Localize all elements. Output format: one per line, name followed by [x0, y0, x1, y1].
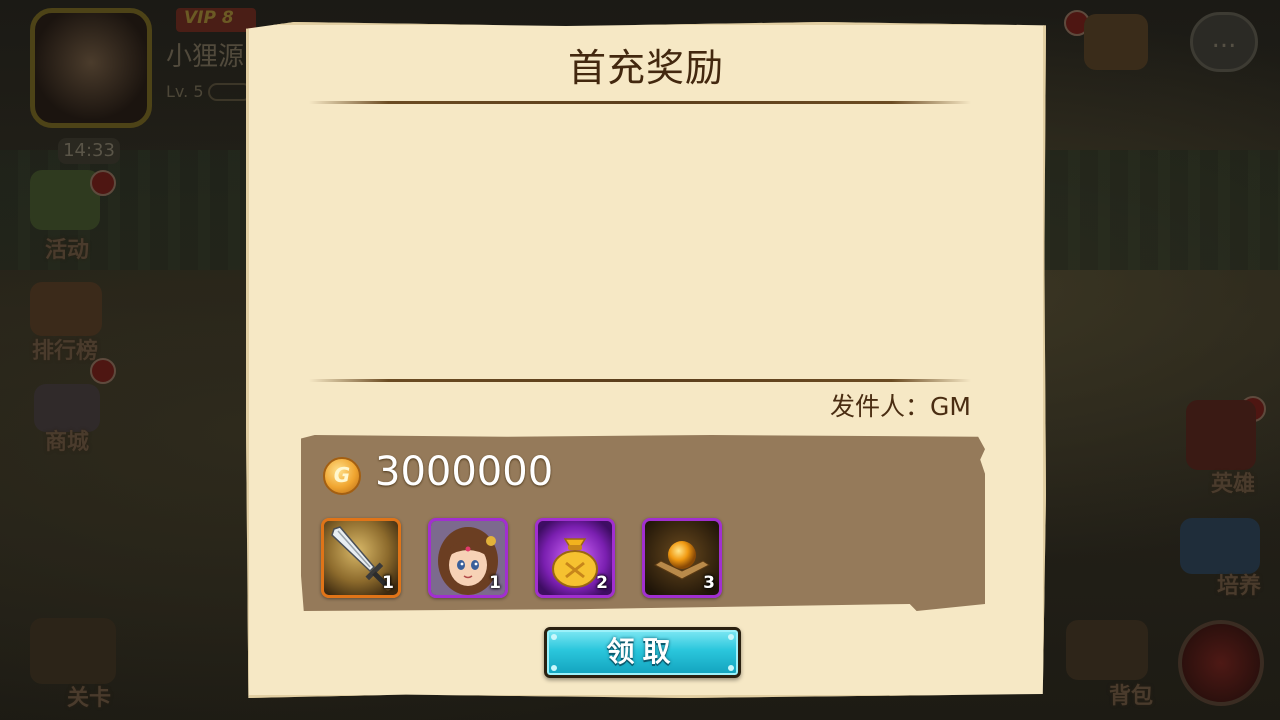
vip-badge: VIP 8	[176, 8, 256, 32]
train-label[interactable]: 培养	[1194, 568, 1280, 600]
player-avatar[interactable]	[30, 8, 152, 128]
stage-label[interactable]: 关卡	[44, 680, 134, 712]
backpack-label[interactable]: 背包	[1086, 678, 1176, 710]
item-quantity: 3	[703, 573, 715, 593]
notification-dot	[90, 170, 116, 196]
mail-dialog: 首充奖励 发件人：GM G 3000000 1 1 2 3 领取	[246, 22, 1046, 698]
reward-item-slot[interactable]: 3	[642, 518, 722, 598]
activity-label[interactable]: 活动	[22, 232, 112, 264]
hero-label[interactable]: 英雄	[1188, 466, 1278, 498]
reward-panel: G 3000000 1 1 2 3	[301, 435, 985, 611]
reward-item-slot[interactable]: 1	[321, 518, 401, 598]
chat-bubble-icon[interactable]: ...	[1190, 12, 1258, 72]
item-quantity: 1	[382, 573, 394, 593]
gold-coin-icon: G	[323, 457, 361, 495]
divider-top	[309, 101, 971, 104]
ranking-icon[interactable]	[30, 282, 102, 336]
claim-button-label: 领取	[606, 635, 679, 668]
clock: 14:33	[58, 138, 120, 164]
mail-body	[313, 111, 967, 373]
stage-icon[interactable]	[30, 618, 116, 684]
button-rivet	[551, 634, 557, 640]
train-icon[interactable]	[1180, 518, 1260, 574]
backpack-icon[interactable]	[1066, 620, 1148, 680]
item-quantity: 1	[489, 573, 501, 593]
reward-item-slot[interactable]: 2	[535, 518, 615, 598]
player-level: Lv. 5	[166, 82, 204, 101]
reward-item-slot[interactable]: 1	[428, 518, 508, 598]
claim-button[interactable]: 领取	[544, 627, 741, 678]
battle-button[interactable]	[1178, 620, 1264, 706]
button-rivet	[728, 665, 734, 671]
shop-label[interactable]: 商城	[22, 424, 112, 456]
exp-bar	[208, 83, 252, 101]
mail-sender: 发件人：GM	[830, 392, 971, 421]
notification-dot	[90, 358, 116, 384]
chest-icon[interactable]	[1084, 14, 1148, 70]
coin-amount: 3000000	[375, 449, 554, 495]
divider-bottom	[309, 379, 971, 382]
dialog-title: 首充奖励	[567, 46, 724, 90]
button-rivet	[551, 665, 557, 671]
hero-icon[interactable]	[1186, 400, 1256, 470]
button-rivet	[728, 634, 734, 640]
player-name: 小狸源	[166, 42, 245, 72]
item-quantity: 2	[596, 573, 608, 593]
